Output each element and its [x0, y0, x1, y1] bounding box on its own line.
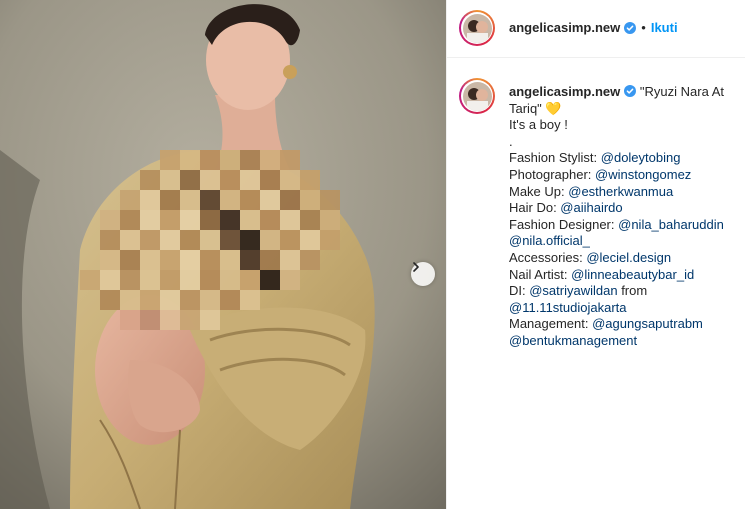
credit-line: Management: @agungsaputrabm [509, 316, 737, 333]
avatar-photo [462, 81, 492, 111]
credit-line: @11.11studiojakarta [509, 300, 737, 317]
avatar-photo [462, 13, 492, 43]
post-header: angelicasimp.new • Ikuti [447, 0, 745, 58]
mention-link[interactable]: @bentukmanagement [509, 333, 637, 348]
credit-label: Management: [509, 316, 593, 332]
credit-line: Hair Do: @aiihairdo [509, 200, 737, 217]
credit-label: Hair Do: [509, 200, 561, 216]
credit-line: @bentukmanagement [509, 333, 737, 350]
caption-first-line: angelicasimp.new "Ryuzi Nara At Tariq" 💛 [509, 84, 737, 117]
credit-label: Photographer: [509, 166, 596, 182]
follow-button[interactable]: Ikuti [651, 20, 678, 35]
credit-label: Accessories: [509, 249, 587, 265]
mention-link[interactable]: @doleytobing [601, 150, 681, 165]
caption-text: angelicasimp.new "Ryuzi Nara At Tariq" 💛… [509, 84, 737, 350]
caption-username-link[interactable]: angelicasimp.new [509, 84, 620, 99]
credit-label: Nail Artist: [509, 266, 572, 282]
mention-link[interactable]: @agungsaputrabm [592, 316, 703, 331]
mention-link[interactable]: @aiihairdo [560, 200, 622, 215]
post-side-panel: angelicasimp.new • Ikuti angelicasimp.ne… [446, 0, 745, 509]
mention-link[interactable]: @nila_baharuddin [618, 217, 724, 232]
chevron-right-icon [413, 262, 419, 272]
username-link[interactable]: angelicasimp.new [509, 20, 620, 35]
credit-line: Accessories: @leciel.design [509, 250, 737, 267]
credit-line: Fashion Designer: @nila_baharuddin [509, 217, 737, 234]
carousel-next-button[interactable] [411, 262, 435, 286]
credit-suffix: from [617, 283, 648, 299]
post-photo[interactable] [0, 0, 446, 509]
credit-line: Make Up: @estherkwanmua [509, 184, 737, 201]
credit-line: Nail Artist: @linneabeautybar_id [509, 267, 737, 284]
credit-label: DI: [509, 283, 530, 299]
credit-line: Fashion Stylist: @doleytobing [509, 150, 737, 167]
credit-label: Fashion Stylist: [509, 150, 601, 166]
mention-link[interactable]: @11.11studiojakarta [509, 300, 627, 315]
caption-avatar[interactable] [459, 78, 495, 114]
caption-line: It's a boy ! [509, 117, 568, 133]
yellow-heart-emoji: 💛 [545, 100, 562, 116]
mention-link[interactable]: @leciel.design [586, 250, 671, 265]
credit-line: Photographer: @winstongomez [509, 167, 737, 184]
caption-line: . [509, 133, 513, 149]
credit-label: Fashion Designer: [509, 216, 619, 232]
credit-line: @nila.official_ [509, 233, 737, 250]
photo-image [0, 0, 446, 509]
mention-link[interactable]: @nila.official_ [509, 233, 590, 248]
avatar[interactable] [459, 10, 495, 46]
mention-link[interactable]: @satriyawildan [529, 283, 617, 298]
verified-badge-icon [624, 21, 637, 34]
credit-line: DI: @satriyawildan from [509, 283, 737, 300]
verified-badge-icon [624, 85, 637, 97]
mention-link[interactable]: @estherkwanmua [568, 184, 673, 199]
separator-dot: • [641, 20, 646, 35]
mention-link[interactable]: @winstongomez [595, 167, 691, 182]
credit-label: Make Up: [509, 183, 569, 199]
instagram-post: angelicasimp.new • Ikuti angelicasimp.ne… [0, 0, 745, 509]
mention-link[interactable]: @linneabeautybar_id [571, 267, 694, 282]
